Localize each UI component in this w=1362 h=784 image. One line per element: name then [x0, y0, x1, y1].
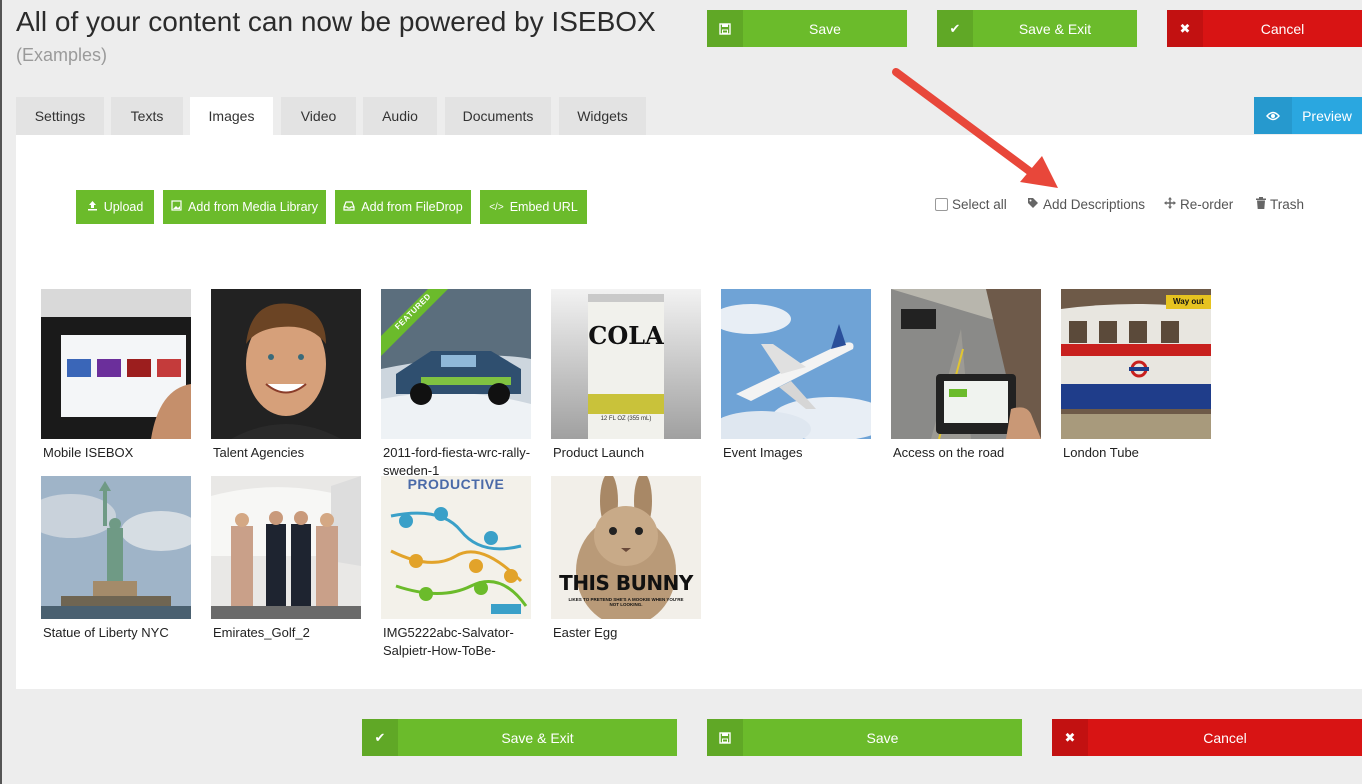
- this-bunny-text: THIS BUNNY: [559, 571, 693, 595]
- inbox-icon: [343, 200, 355, 214]
- add-from-media-library-button[interactable]: Add from Media Library: [163, 190, 326, 224]
- filedrop-label: Add from FileDrop: [361, 200, 463, 214]
- productive-headline-text: PRODUCTIVE: [407, 476, 505, 492]
- save-exit-label: Save & Exit: [501, 729, 574, 746]
- image-thumbnail[interactable]: [211, 289, 361, 439]
- save-button-top[interactable]: Save: [707, 10, 907, 47]
- cancel-button-top[interactable]: ✖ Cancel: [1167, 10, 1362, 47]
- add-descriptions-label: Add Descriptions: [1043, 197, 1146, 212]
- cola-volume-text: 12 FL OZ (355 mL): [600, 416, 652, 422]
- image-caption: Event Images: [723, 445, 803, 460]
- image-card-mobile-isebox[interactable]: Mobile ISEBOX: [41, 289, 191, 462]
- floppy-disk-icon: [707, 719, 743, 756]
- cola-label-text: COLA: [588, 321, 664, 350]
- image-thumbnail[interactable]: [721, 289, 871, 439]
- tab-audio[interactable]: Audio: [363, 97, 437, 135]
- upload-icon: [87, 200, 98, 214]
- page-subtitle: (Examples): [16, 45, 108, 65]
- checkmark-icon: ✔: [362, 719, 398, 756]
- code-icon: </>: [489, 201, 504, 213]
- way-out-sign-text: Way out: [1173, 297, 1204, 306]
- upload-label: Upload: [103, 200, 144, 214]
- images-panel: Upload Add from Media Library Add from F…: [16, 135, 1362, 689]
- image-icon: [171, 200, 182, 214]
- select-all-checkbox[interactable]: Select all: [935, 197, 1007, 212]
- tab-images[interactable]: Images: [190, 97, 273, 135]
- image-caption: 2011-ford-fiesta-wrc-rally-sweden-1: [383, 445, 531, 478]
- save-exit-button-bottom[interactable]: ✔ Save & Exit: [362, 719, 677, 756]
- image-card-emirates-golf[interactable]: Emirates_Golf_2: [211, 476, 361, 642]
- save-label: Save: [866, 729, 899, 746]
- reorder-label: Re-order: [1180, 197, 1234, 212]
- cancel-label: Cancel: [1203, 729, 1247, 746]
- image-thumbnail[interactable]: FEATURED: [381, 289, 531, 439]
- image-caption: London Tube: [1063, 445, 1139, 460]
- trash-label: Trash: [1270, 197, 1305, 212]
- reorder-button[interactable]: Re-order: [1164, 197, 1233, 212]
- eye-icon: [1254, 97, 1292, 134]
- close-icon: ✖: [1052, 719, 1088, 756]
- image-caption: Emirates_Golf_2: [213, 625, 310, 640]
- image-thumbnail[interactable]: [891, 289, 1041, 439]
- image-thumbnail[interactable]: [41, 289, 191, 439]
- image-card-product-launch[interactable]: COLA 12 FL OZ (355 mL) Product Launch: [551, 289, 701, 462]
- save-exit-label: Save & Exit: [1018, 20, 1092, 37]
- image-thumbnail[interactable]: COLA 12 FL OZ (355 mL): [551, 289, 701, 439]
- image-caption: Access on the road: [893, 445, 1005, 460]
- image-card-easter-egg[interactable]: THIS BUNNY LIKES TO PRETEND SHE'S A MOOK…: [551, 476, 701, 642]
- image-thumbnail[interactable]: THIS BUNNY LIKES TO PRETEND SHE'S A MOOK…: [551, 476, 701, 619]
- window-edge: [0, 0, 2, 784]
- move-icon: [1164, 197, 1176, 212]
- trash-icon: [1256, 197, 1266, 212]
- tab-texts[interactable]: Texts: [111, 97, 183, 135]
- checkmark-icon: ✔: [937, 10, 973, 47]
- preview-button[interactable]: Preview: [1254, 97, 1362, 134]
- image-thumbnail[interactable]: [41, 476, 191, 619]
- save-exit-button-top[interactable]: ✔ Save & Exit: [937, 10, 1137, 47]
- save-label: Save: [809, 20, 841, 37]
- image-card-ford-fiesta[interactable]: FEATURED 2011-ford-fiesta-wrc-rally-swed…: [381, 289, 531, 480]
- checkbox-icon: [935, 198, 948, 211]
- tab-settings[interactable]: Settings: [16, 97, 104, 135]
- image-card-london-tube[interactable]: Way out London Tube: [1061, 289, 1211, 462]
- image-thumbnail[interactable]: PRODUCTIVE: [381, 476, 531, 619]
- image-card-talent-agencies[interactable]: Talent Agencies: [211, 289, 361, 462]
- image-caption: Talent Agencies: [213, 445, 305, 460]
- image-card-statue-of-liberty[interactable]: Statue of Liberty NYC: [41, 476, 191, 642]
- tab-documents[interactable]: Documents: [445, 97, 551, 135]
- embed-url-button[interactable]: </> Embed URL: [480, 190, 587, 224]
- cancel-button-bottom[interactable]: ✖ Cancel: [1052, 719, 1362, 756]
- add-descriptions-button[interactable]: Add Descriptions: [1027, 197, 1145, 212]
- image-thumbnail[interactable]: [211, 476, 361, 619]
- cancel-label: Cancel: [1260, 20, 1305, 37]
- upload-button[interactable]: Upload: [76, 190, 154, 224]
- tab-widgets[interactable]: Widgets: [559, 97, 646, 135]
- preview-label: Preview: [1302, 107, 1352, 124]
- tab-video[interactable]: Video: [281, 97, 356, 135]
- image-thumbnail[interactable]: Way out: [1061, 289, 1211, 439]
- media-library-label: Add from Media Library: [188, 200, 318, 214]
- page-title: All of your content can now be powered b…: [16, 6, 656, 37]
- image-caption: Easter Egg: [553, 625, 618, 640]
- image-card-productive-infographic[interactable]: PRODUCTIVE IMG5222abc-Salvator-Salpietr-…: [381, 476, 531, 660]
- close-icon: ✖: [1167, 10, 1203, 47]
- tag-icon: [1027, 197, 1039, 212]
- image-caption: Statue of Liberty NYC: [43, 625, 169, 640]
- save-button-bottom[interactable]: Save: [707, 719, 1022, 756]
- image-card-event-images[interactable]: Event Images: [721, 289, 871, 462]
- embed-label: Embed URL: [509, 200, 578, 214]
- image-card-access-on-road[interactable]: Access on the road: [891, 289, 1041, 462]
- image-caption: Mobile ISEBOX: [43, 445, 134, 460]
- image-caption: Product Launch: [553, 445, 645, 460]
- add-from-filedrop-button[interactable]: Add from FileDrop: [335, 190, 471, 224]
- select-all-label: Select all: [952, 197, 1007, 212]
- bunny-subtext: LIKES TO PRETEND SHE'S A MOOKIE WHEN YOU…: [568, 597, 684, 607]
- trash-button[interactable]: Trash: [1256, 197, 1304, 212]
- image-caption: IMG5222abc-Salvator-Salpietr-How-ToBe-: [383, 625, 514, 658]
- floppy-disk-icon: [707, 10, 743, 47]
